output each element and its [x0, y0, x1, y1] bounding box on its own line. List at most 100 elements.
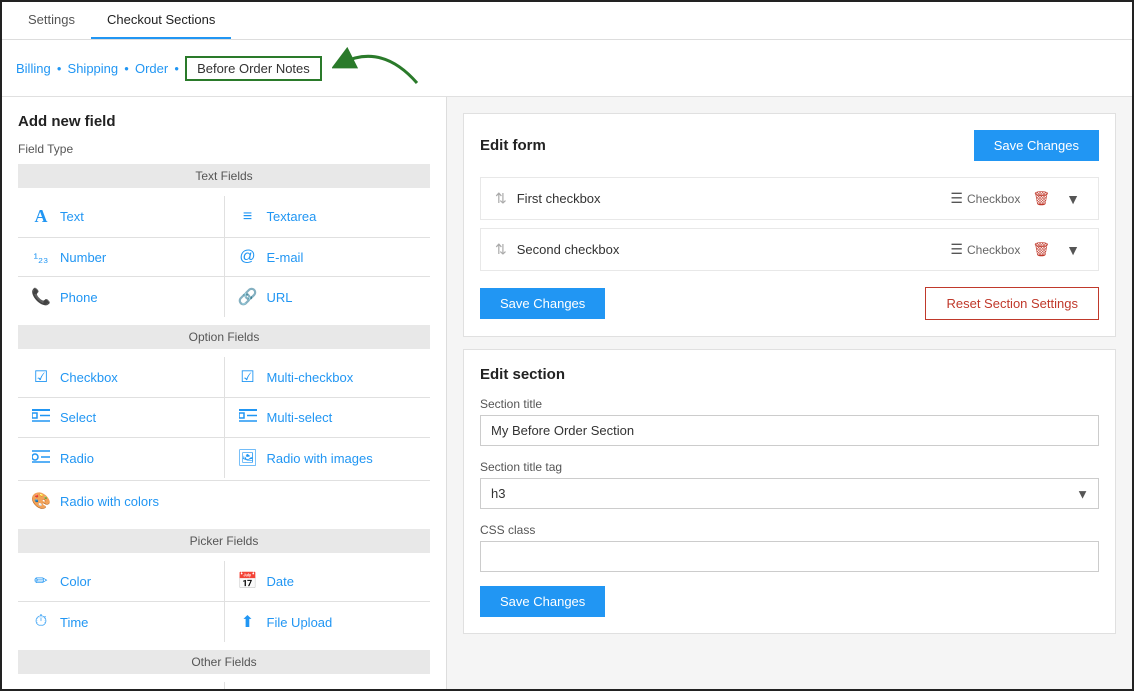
date-icon: 📅	[237, 571, 259, 591]
file-upload-icon: ⬆	[237, 612, 259, 632]
field-multi-select-label: Multi-select	[267, 410, 333, 425]
field-heading[interactable]: H Heading	[18, 682, 224, 689]
field-radio-images[interactable]: 🖼 Radio with images	[225, 438, 431, 478]
field-row-second-checkbox: ⇅ Second checkbox ☰ Checkbox 🗑 ▼	[480, 228, 1099, 271]
drag-handle-second[interactable]: ⇅	[495, 241, 507, 258]
field-date-label: Date	[267, 574, 294, 589]
main-content: Add new field Field Type Text Fields A T…	[2, 97, 1132, 689]
field-multi-select[interactable]: Multi-select	[225, 398, 431, 437]
subnav-billing[interactable]: Billing	[16, 61, 51, 76]
field-phone[interactable]: 📞 Phone	[18, 277, 224, 317]
field-type-label: Field Type	[18, 142, 430, 156]
other-fields-grid: H Heading ¶ Paragraph	[18, 682, 430, 689]
field-text-label: Text	[60, 209, 84, 224]
reset-section-settings-button[interactable]: Reset Section Settings	[925, 287, 1099, 320]
field-multi-checkbox[interactable]: ☑ Multi-checkbox	[225, 357, 431, 397]
picker-fields-header: Picker Fields	[18, 529, 430, 553]
field-text[interactable]: A Text	[18, 196, 224, 237]
top-tabs: Settings Checkout Sections	[2, 2, 1132, 40]
subnav-dot-2: ●	[124, 64, 129, 73]
section-title-tag-wrapper: h1 h2 h3 h4 h5 h6 p div ▼	[480, 478, 1099, 509]
edit-form-actions: Save Changes Reset Section Settings	[480, 287, 1099, 320]
green-arrow-annotation	[332, 38, 422, 88]
drag-handle-first[interactable]: ⇅	[495, 190, 507, 207]
field-time-label: Time	[60, 615, 88, 630]
field-color-label: Color	[60, 574, 91, 589]
section-title-group: Section title	[480, 397, 1099, 446]
field-tag-first: ☰ Checkbox	[950, 190, 1020, 207]
section-title-tag-select[interactable]: h1 h2 h3 h4 h5 h6 p div	[480, 478, 1099, 509]
tab-checkout-sections[interactable]: Checkout Sections	[91, 2, 231, 39]
field-file-upload-label: File Upload	[267, 615, 333, 630]
option-fields-grid: ☑ Checkbox ☑ Multi-checkbox Select	[18, 357, 430, 478]
multi-checkbox-icon: ☑	[237, 367, 259, 387]
section-title-tag-label: Section title tag	[480, 460, 1099, 474]
color-icon: ✏	[30, 571, 52, 591]
left-panel: Add new field Field Type Text Fields A T…	[2, 97, 447, 689]
textarea-icon: ≡	[237, 208, 259, 226]
field-time[interactable]: ⏱ Time	[18, 602, 224, 642]
checkbox-tag-label-second: Checkbox	[967, 243, 1020, 257]
field-multi-checkbox-label: Multi-checkbox	[267, 370, 354, 385]
field-number-label: Number	[60, 250, 106, 265]
delete-second-checkbox-button[interactable]: 🗑	[1028, 239, 1054, 260]
multi-select-icon	[237, 408, 259, 427]
subnav-dot-1: ●	[57, 64, 62, 73]
section-title-input[interactable]	[480, 415, 1099, 446]
field-radio-colors[interactable]: 🎨 Radio with colors	[18, 480, 430, 521]
field-select-label: Select	[60, 410, 96, 425]
select-icon	[30, 408, 52, 427]
checkbox-tag-label-first: Checkbox	[967, 192, 1020, 206]
email-icon: @	[237, 248, 259, 266]
field-radio-colors-label: Radio with colors	[60, 494, 159, 509]
radio-colors-icon: 🎨	[30, 491, 52, 511]
delete-first-checkbox-button[interactable]: 🗑	[1028, 188, 1054, 209]
field-name-first-checkbox: First checkbox	[517, 191, 951, 206]
checkbox-tag-icon-first: ☰	[950, 190, 963, 207]
save-changes-mid-button[interactable]: Save Changes	[480, 288, 605, 319]
css-class-input[interactable]	[480, 541, 1099, 572]
save-changes-top-button[interactable]: Save Changes	[974, 130, 1099, 161]
field-url-label: URL	[267, 290, 293, 305]
radio-images-icon: 🖼	[237, 448, 259, 468]
field-paragraph[interactable]: ¶ Paragraph	[225, 682, 431, 689]
subnav-shipping[interactable]: Shipping	[68, 61, 119, 76]
edit-form-title: Edit form	[480, 137, 546, 154]
chevron-first-checkbox-button[interactable]: ▼	[1062, 189, 1084, 209]
save-changes-section-button[interactable]: Save Changes	[480, 586, 605, 617]
tab-settings[interactable]: Settings	[12, 2, 91, 39]
field-select[interactable]: Select	[18, 398, 224, 437]
field-checkbox[interactable]: ☑ Checkbox	[18, 357, 224, 397]
field-row-actions-first: ☰ Checkbox 🗑 ▼	[950, 188, 1084, 209]
picker-fields-grid: ✏ Color 📅 Date ⏱ Time ⬆ File Upload	[18, 561, 430, 642]
subnav-order[interactable]: Order	[135, 61, 168, 76]
time-icon: ⏱	[30, 613, 52, 631]
field-tag-second: ☰ Checkbox	[950, 241, 1020, 258]
checkbox-tag-icon-second: ☰	[950, 241, 963, 258]
field-checkbox-label: Checkbox	[60, 370, 118, 385]
other-fields-header: Other Fields	[18, 650, 430, 674]
field-email-label: E-mail	[267, 250, 304, 265]
field-name-second-checkbox: Second checkbox	[517, 242, 951, 257]
field-date[interactable]: 📅 Date	[225, 561, 431, 601]
field-url[interactable]: 🔗 URL	[225, 277, 431, 317]
phone-icon: 📞	[30, 287, 52, 307]
field-radio[interactable]: Radio	[18, 438, 224, 478]
field-email[interactable]: @ E-mail	[225, 238, 431, 276]
field-number[interactable]: ¹₂₃ Number	[18, 238, 224, 276]
subnav-before-order-notes[interactable]: Before Order Notes	[185, 56, 322, 81]
text-icon: A	[30, 206, 52, 227]
radio-icon	[30, 449, 52, 468]
text-fields-grid: A Text ≡ Textarea ¹₂₃ Number @ E-mail 📞	[18, 196, 430, 317]
field-radio-label: Radio	[60, 451, 94, 466]
chevron-second-checkbox-button[interactable]: ▼	[1062, 240, 1084, 260]
edit-form-section: Edit form Save Changes ⇅ First checkbox …	[463, 113, 1116, 337]
add-new-field-title: Add new field	[18, 113, 430, 130]
right-panel: Edit form Save Changes ⇅ First checkbox …	[447, 97, 1132, 689]
text-fields-header: Text Fields	[18, 164, 430, 188]
field-file-upload[interactable]: ⬆ File Upload	[225, 602, 431, 642]
field-color[interactable]: ✏ Color	[18, 561, 224, 601]
field-textarea[interactable]: ≡ Textarea	[225, 196, 431, 237]
edit-section-title: Edit section	[480, 366, 1099, 383]
url-icon: 🔗	[237, 287, 259, 307]
